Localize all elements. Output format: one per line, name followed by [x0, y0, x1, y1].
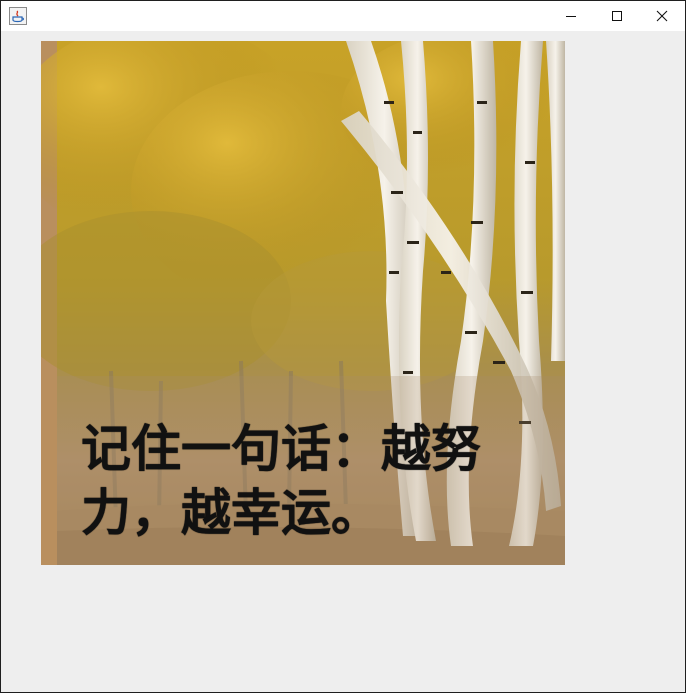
minimize-icon: [566, 16, 576, 17]
application-window: 记住一句话：越努力，越幸运。: [0, 0, 686, 693]
maximize-icon: [612, 11, 622, 21]
birch-forest-photo: 记住一句话：越努力，越幸运。: [41, 41, 565, 565]
maximize-button[interactable]: [594, 1, 640, 31]
content-pane: 记住一句话：越努力，越幸运。: [1, 31, 685, 692]
java-app-icon: [9, 7, 27, 25]
close-button[interactable]: [639, 1, 685, 31]
minimize-button[interactable]: [548, 1, 594, 31]
close-icon: [656, 10, 668, 22]
title-bar[interactable]: [1, 1, 685, 31]
quote-caption: 记住一句话：越努力，越幸运。: [81, 419, 481, 542]
